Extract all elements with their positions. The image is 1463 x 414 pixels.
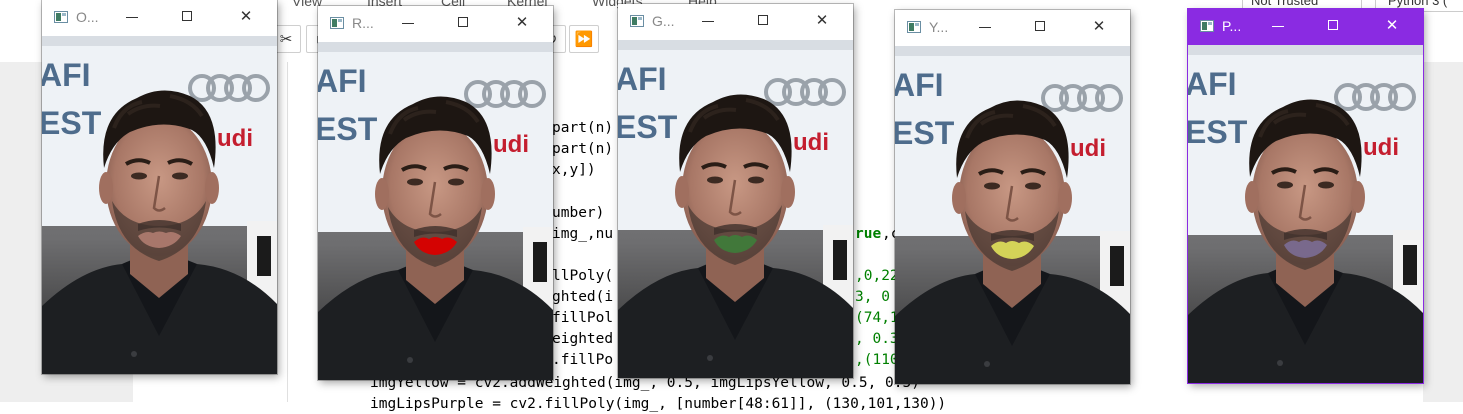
banner-logo-text: AFI	[318, 63, 367, 99]
window-image: AFI EST udi	[42, 36, 277, 374]
banner-logo-text: AFI	[895, 67, 944, 103]
banner-logo-text: EST	[895, 115, 955, 151]
image-window-yellow[interactable]: Y... ✕ AFI EST udi	[895, 10, 1130, 384]
window-app-icon	[1200, 20, 1214, 32]
code-line: .fillPo	[552, 352, 614, 368]
photo-canvas: AFI EST udi	[895, 46, 1130, 384]
code-line: llPoly(	[552, 268, 614, 284]
close-icon[interactable]: ✕	[231, 4, 261, 30]
window-titlebar[interactable]: G... ✕	[618, 4, 853, 40]
image-window-red[interactable]: R... ✕ AFI EST udi	[318, 6, 553, 380]
image-window-original[interactable]: O... ✕ AFI EST udi	[42, 0, 277, 374]
code-number: (74,1	[855, 310, 899, 326]
window-title: R...	[352, 15, 374, 31]
photo-canvas: AFI EST udi	[318, 42, 553, 380]
close-icon[interactable]: ✕	[807, 8, 837, 34]
fast-forward-icon[interactable]: ⏩	[569, 25, 599, 53]
maximize-icon[interactable]	[1026, 14, 1056, 40]
close-icon[interactable]: ✕	[507, 10, 537, 36]
code-keyword: rue	[855, 226, 882, 242]
window-image: AFI EST udi	[618, 40, 853, 378]
banner-logo-text: udi	[1363, 134, 1399, 161]
photo-canvas: AFI EST udi	[42, 36, 277, 374]
window-titlebar[interactable]: Y... ✕	[895, 10, 1130, 46]
close-icon[interactable]: ✕	[1377, 13, 1407, 39]
window-image: AFI EST udi	[1188, 45, 1423, 383]
maximize-icon[interactable]	[449, 10, 479, 36]
code-line: umber)	[552, 205, 605, 221]
window-app-icon	[54, 11, 68, 23]
banner-logo-text: EST	[618, 109, 678, 145]
code-line: part(n)	[552, 120, 614, 136]
code-line: eighted	[552, 331, 614, 347]
code-line: part(n)	[552, 141, 614, 157]
banner-logo-text: AFI	[1188, 66, 1237, 102]
code-line: x,y])	[552, 162, 596, 178]
banner-logo-text: udi	[1070, 135, 1106, 162]
code-line: ghted(i	[552, 289, 614, 305]
banner-logo-text: EST	[318, 111, 378, 147]
window-image: AFI EST udi	[895, 46, 1130, 384]
banner-logo-text: udi	[493, 131, 529, 158]
window-image: AFI EST udi	[318, 42, 553, 380]
image-window-purple[interactable]: P... ✕ AFI EST udi	[1188, 9, 1423, 383]
close-icon[interactable]: ✕	[1084, 14, 1114, 40]
window-titlebar[interactable]: P... ✕	[1188, 9, 1423, 45]
maximize-icon[interactable]	[749, 8, 779, 34]
code-number: , 0.3	[855, 331, 899, 347]
window-app-icon	[907, 21, 921, 33]
banner-logo-text: udi	[793, 129, 829, 156]
window-title: O...	[76, 9, 99, 25]
cell-prompt-divider	[287, 62, 288, 402]
minimize-icon[interactable]	[693, 8, 723, 34]
window-title: P...	[1222, 18, 1242, 34]
window-title: G...	[652, 13, 675, 29]
banner-logo-text: EST	[1188, 114, 1248, 150]
window-titlebar[interactable]: O... ✕	[42, 0, 277, 36]
banner-logo-text: EST	[42, 105, 102, 141]
code-line: img_,nu	[552, 226, 614, 242]
window-title: Y...	[929, 19, 949, 35]
window-titlebar[interactable]: R... ✕	[318, 6, 553, 42]
photo-canvas: AFI EST udi	[1188, 45, 1423, 383]
code-number: ,0,22	[855, 268, 899, 284]
image-window-green[interactable]: G... ✕ AFI EST udi	[618, 4, 853, 378]
window-app-icon	[630, 15, 644, 27]
code-number: ,(110	[855, 352, 899, 368]
code-line: imgLipsPurple = cv2.fillPoly(img_, [numb…	[370, 396, 947, 412]
minimize-icon[interactable]	[1263, 13, 1293, 39]
code-number: 3, 0	[855, 289, 890, 305]
banner-logo-text: AFI	[42, 57, 91, 93]
banner-logo-text: AFI	[618, 61, 667, 97]
minimize-icon[interactable]	[117, 4, 147, 30]
photo-canvas: AFI EST udi	[618, 40, 853, 378]
maximize-icon[interactable]	[173, 4, 203, 30]
code-line: fillPol	[552, 310, 614, 326]
banner-logo-text: udi	[217, 125, 253, 152]
minimize-icon[interactable]	[393, 10, 423, 36]
minimize-icon[interactable]	[970, 14, 1000, 40]
window-app-icon	[330, 17, 344, 29]
maximize-icon[interactable]	[1319, 13, 1349, 39]
